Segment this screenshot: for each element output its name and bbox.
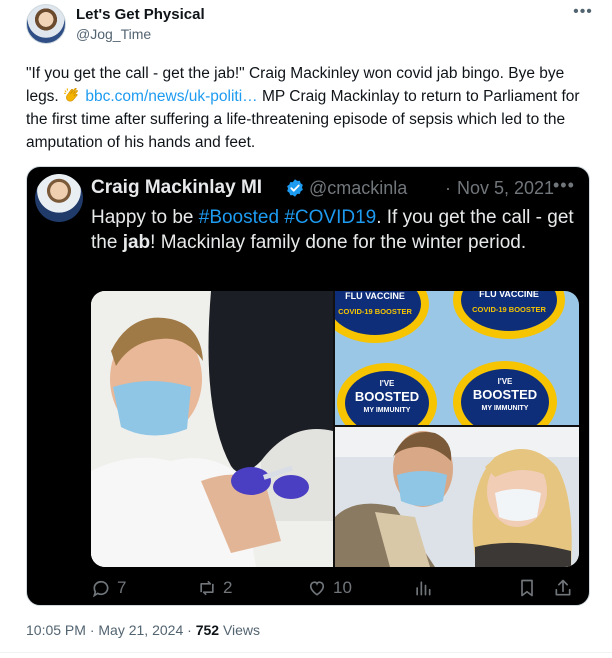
meta-separator: · bbox=[89, 622, 95, 638]
author-handle[interactable]: @Jog_Time bbox=[76, 26, 151, 42]
repost-action[interactable]: 2 bbox=[197, 577, 232, 599]
quoted-bold-word: jab bbox=[122, 232, 151, 253]
clapping-hands-icon bbox=[63, 87, 81, 103]
analytics-icon bbox=[416, 581, 431, 596]
views-label: Views bbox=[222, 622, 261, 638]
quoted-text-a: Happy to be bbox=[91, 207, 194, 228]
meta-separator-2: · bbox=[187, 622, 192, 638]
quoted-author-handle[interactable]: @cmackinla bbox=[309, 178, 407, 199]
avatar[interactable] bbox=[26, 4, 66, 44]
bookmark-icon bbox=[521, 579, 533, 597]
quoted-actions: 7 2 10 bbox=[91, 577, 581, 599]
repost-count: 2 bbox=[223, 578, 233, 597]
reply-icon bbox=[92, 580, 109, 598]
hashtag-boosted[interactable]: #Boosted bbox=[199, 207, 279, 228]
quoted-tweet[interactable]: Craig Mackinlay MI @cmackinla · Nov 5, 2… bbox=[26, 166, 590, 606]
article-link[interactable]: bbc.com/news/uk-politi… bbox=[85, 88, 257, 105]
tweet: Let's Get Physical @Jog_Time ••• "If you… bbox=[0, 0, 612, 658]
share-action[interactable] bbox=[553, 577, 573, 599]
more-options-icon[interactable]: ••• bbox=[572, 2, 594, 24]
divider bbox=[0, 652, 612, 653]
hashtag-covid19[interactable]: #COVID19 bbox=[284, 207, 376, 228]
author-name[interactable]: Let's Get Physical bbox=[76, 6, 205, 23]
like-count: 10 bbox=[333, 578, 352, 597]
media-grid[interactable]: FLU VACCINE COVID-19 BOOSTER FLU VACCINE… bbox=[91, 291, 579, 567]
views-count: 752 bbox=[195, 622, 220, 638]
photo-selfie[interactable] bbox=[335, 427, 579, 567]
quoted-author-name[interactable]: Craig Mackinlay MI bbox=[91, 177, 262, 199]
post-date[interactable]: May 21, 2024 bbox=[98, 622, 183, 638]
reply-count: 7 bbox=[117, 578, 127, 597]
reply-action[interactable]: 7 bbox=[91, 577, 126, 599]
heart-icon bbox=[309, 581, 325, 596]
quoted-date[interactable]: Nov 5, 2021 bbox=[457, 178, 554, 199]
tweet-text: "If you get the call - get the jab!" Cra… bbox=[26, 62, 588, 154]
quoted-separator: · bbox=[445, 178, 451, 198]
sticker-ive-boosted-1: I'VE BOOSTED MY IMMUNITY bbox=[337, 363, 437, 425]
sticker-flu-vaccine: FLU VACCINE COVID-19 BOOSTER bbox=[335, 291, 429, 343]
repost-icon bbox=[200, 580, 214, 596]
verified-badge-icon bbox=[287, 179, 303, 197]
quoted-text: Happy to be #Boosted #COVID19. If you ge… bbox=[91, 205, 581, 255]
sticker-covid-booster: FLU VACCINE COVID-19 BOOSTER bbox=[453, 291, 565, 339]
post-meta: 10:05 PM · May 21, 2024 · 752 Views bbox=[26, 622, 260, 638]
like-action[interactable]: 10 bbox=[307, 577, 352, 599]
quoted-avatar[interactable] bbox=[35, 174, 83, 222]
quoted-more-icon[interactable]: ••• bbox=[553, 175, 575, 196]
photo-vaccination[interactable] bbox=[91, 291, 333, 567]
share-icon bbox=[555, 579, 571, 596]
sticker-ive-boosted-2: I'VE BOOSTED MY IMMUNITY bbox=[453, 361, 557, 425]
bookmark-action[interactable] bbox=[517, 577, 537, 599]
photo-stickers[interactable]: FLU VACCINE COVID-19 BOOSTER FLU VACCINE… bbox=[335, 291, 579, 425]
views-action[interactable] bbox=[413, 577, 433, 599]
quoted-text-c: ! Mackinlay family done for the winter p… bbox=[150, 232, 527, 253]
post-time[interactable]: 10:05 PM bbox=[26, 622, 86, 638]
